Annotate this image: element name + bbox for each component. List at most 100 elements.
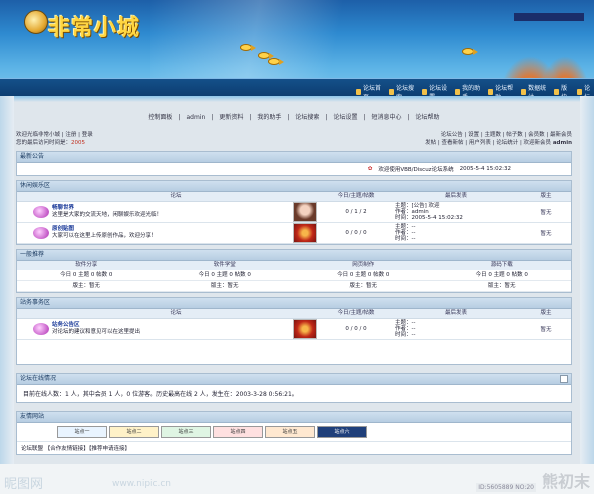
nav-icon	[389, 89, 395, 95]
separator: |	[178, 114, 181, 121]
friend-site-logo[interactable]: 站点一	[57, 426, 107, 438]
forum-name-cell: 畅聊世界 这里是大家的交流天地，闲聊娱乐欢迎光临！	[31, 202, 321, 222]
fish-icon	[240, 44, 256, 51]
forum-status-icon	[33, 227, 49, 239]
table-row: 站务公告区 对论坛的建议和意见可以在这里提出 0 / 0 / 0 主题：-- 作者：--…	[17, 319, 571, 340]
forum-stats-links[interactable]: 论坛公告 | 设置 | 主题数 | 帖子数 | 会员数 | 最新会员	[441, 131, 572, 139]
nav-icon	[488, 89, 494, 95]
separator: |	[211, 114, 214, 121]
recommend-moderator: 版主：暂无	[294, 281, 433, 292]
last-visit-text: 您的最后访问时间是：2005	[16, 140, 86, 146]
left-border	[0, 96, 14, 476]
friend-site-logo[interactable]: 站点二	[109, 426, 159, 438]
shell-logo-icon	[24, 10, 48, 34]
friend-site-logo[interactable]: 站点三	[161, 426, 211, 438]
forum-link[interactable]: 畅聊世界	[52, 205, 162, 212]
recommend-header[interactable]: 软件分享	[17, 261, 156, 270]
forum-description: 这里是大家的交流天地，闲聊娱乐欢迎光临！	[52, 212, 163, 218]
friend-site-logo[interactable]: 站点五	[265, 426, 315, 438]
friend-links-panel: 友情网站 站点一 站点二 站点三 站点四 站点五 站点六 论坛联盟 【合作友情链接】【推荐…	[16, 411, 572, 455]
notice-text[interactable]: 欢迎使用VBB/Discuz论坛系统	[378, 165, 453, 173]
recommend-moderator: 版主：暂无	[17, 281, 156, 292]
forum-image	[293, 202, 317, 222]
recommend-stats: 今日 0 主题 0 帖数 0	[294, 270, 433, 281]
forum-status-icon	[33, 323, 49, 335]
subnav-link[interactable]: admin	[186, 114, 205, 121]
last-post-cell[interactable]: 主题：-- 作者：-- 时间：--	[391, 319, 521, 339]
online-stats-text: 目前在线人数：1 人，其中会员 1 人，0 位游客。历史最高在线 2 人，发生在…	[23, 391, 298, 398]
category-title[interactable]: 休闲娱乐区	[20, 182, 50, 190]
recommend-stats: 今日 0 主题 0 帖数 0	[432, 270, 571, 281]
last-post-time: 时间：--	[395, 236, 416, 242]
separator: |	[325, 114, 328, 121]
forum-description: 大家可以在这里上传原创作品，欢迎分享！	[52, 233, 157, 239]
forum-name-cell: 站务公告区 对论坛的建议和意见可以在这里提出	[31, 319, 321, 339]
recommend-panel: 一般推荐 软件分享 软件学堂 网页制作 源码下载 今日 0 主题 0 帖数 0 今日 0 …	[16, 249, 572, 293]
user-info-row: 您的最后访问时间是：2005 发帖 | 查看新帖 | 用户列表 | 论坛统计 |…	[16, 139, 572, 147]
forum-status-cell	[17, 202, 31, 222]
last-post-time: 时间：--	[395, 332, 416, 338]
table-header: 论坛 今日/主题/帖数 最后发表 版主	[17, 309, 571, 319]
collapse-button[interactable]	[560, 375, 568, 383]
site-logo[interactable]: 非常小城	[48, 10, 140, 42]
moderator: 暂无	[540, 327, 552, 333]
notice-title: 最新公告	[20, 153, 45, 160]
separator: |	[287, 114, 290, 121]
category-title[interactable]: 站务事务区	[20, 299, 50, 307]
forum-status-cell	[17, 319, 31, 339]
page-footer: 昵图网 www.nipic.cn ID:5605889 NO:20 熊初末	[0, 464, 594, 494]
last-post-time: 时间：2005-5-4 15:02:32	[395, 215, 463, 221]
nav-icon	[422, 89, 428, 95]
forum-status-cell	[17, 223, 31, 243]
subnav-link[interactable]: 短消息中心	[372, 114, 402, 121]
friend-site-logo[interactable]: 站点六	[317, 426, 367, 438]
moderator: 暂无	[540, 210, 552, 216]
subnav-link[interactable]: 论坛设置	[333, 114, 357, 121]
friend-site-logo[interactable]: 站点四	[213, 426, 263, 438]
fish-icon	[268, 58, 284, 65]
watermark-corner: 熊初末	[541, 472, 590, 491]
forum-status-icon	[33, 206, 49, 218]
friends-title: 友情网站	[20, 413, 45, 420]
watermark-id: ID:5605889 NO:20	[476, 483, 536, 492]
notice-date: 2005-5-4 15:02:32	[459, 166, 511, 172]
subnav-link[interactable]: 我的助手	[257, 114, 281, 121]
recommend-grid: 软件分享 软件学堂 网页制作 源码下载 今日 0 主题 0 帖数 0 今日 0 主题 0 …	[17, 261, 571, 292]
recommend-header[interactable]: 软件学堂	[155, 261, 294, 270]
fish-icon	[258, 52, 274, 59]
recommend-stats: 今日 0 主题 0 帖数 0	[17, 270, 156, 281]
forum-stats: 0 / 0 / 0	[345, 326, 367, 332]
friends-footer[interactable]: 论坛联盟 【合作友情链接】【推荐申请连接】	[17, 441, 571, 454]
watermark-brand: 昵图网	[4, 477, 44, 492]
subnav-link[interactable]: 更新资料	[219, 114, 243, 121]
online-stats-panel: 论坛在线情况 目前在线人数：1 人，其中会员 1 人，0 位游客。历史最高在线 …	[16, 373, 572, 403]
notice-icon: ✿	[367, 166, 373, 172]
nav-icon	[356, 89, 361, 95]
forum-link[interactable]: 站务公告区	[52, 322, 140, 329]
forum-link[interactable]: 原创贴图	[52, 226, 157, 233]
forum-stats: 0 / 1 / 2	[345, 209, 367, 215]
moderator: 暂无	[540, 231, 552, 237]
forum-image	[293, 319, 317, 339]
recommend-moderator: 版主：暂无	[432, 281, 571, 292]
table-header: 论坛 今日/主题/帖数 最后发表 版主	[17, 192, 571, 202]
last-post-cell[interactable]: 主题：[公告] 欢迎 作者：admin 时间：2005-5-4 15:02:32	[391, 202, 521, 222]
last-post-cell[interactable]: 主题：-- 作者：-- 时间：--	[391, 223, 521, 243]
subnav-link[interactable]: 论坛帮助	[416, 114, 440, 121]
recommend-stats: 今日 0 主题 0 帖数 0	[155, 270, 294, 281]
forum-name-cell: 原创贴图 大家可以在这里上传原创作品，欢迎分享！	[31, 223, 321, 243]
table-row: 原创贴图 大家可以在这里上传原创作品，欢迎分享！ 0 / 0 / 0 主题：-- 作者：…	[17, 223, 571, 244]
forum-description: 对论坛的建议和意见可以在这里提出	[52, 329, 141, 335]
fish-icon	[462, 48, 478, 55]
recommend-header[interactable]: 网页制作	[294, 261, 433, 270]
recommend-header[interactable]: 源码下载	[432, 261, 571, 270]
user-info-row: 欢迎光临非常小城 | 注册 | 登录 论坛公告 | 设置 | 主题数 | 帖子数…	[16, 131, 572, 139]
nav-icon	[521, 89, 527, 95]
forum-category-admin: 站务事务区 论坛 今日/主题/帖数 最后发表 版主 站务公告区 对论坛的建议和意见…	[16, 297, 572, 365]
table-row: 畅聊世界 这里是大家的交流天地，闲聊娱乐欢迎光临！ 0 / 1 / 2 主题：[公告]…	[17, 202, 571, 223]
subnav-link[interactable]: 论坛搜索	[295, 114, 319, 121]
quick-links[interactable]: 发帖 | 查看新帖 | 用户列表 | 论坛统计 | 欢迎新会员 admin	[425, 139, 572, 147]
friend-logo-strip: 站点一 站点二 站点三 站点四 站点五 站点六	[17, 423, 571, 441]
separator: |	[407, 114, 410, 121]
subnav-link[interactable]: 控制面板	[148, 114, 172, 121]
